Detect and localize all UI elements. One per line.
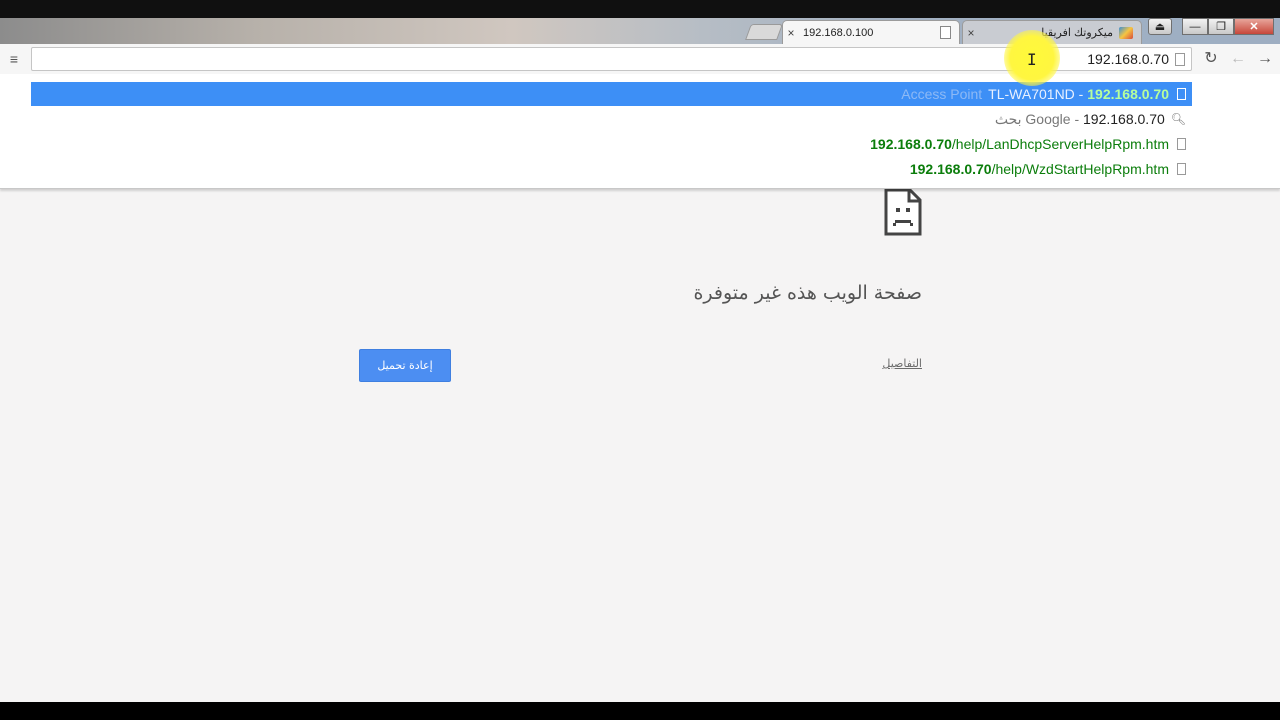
page-icon	[1177, 163, 1186, 175]
title-bar-shadow	[0, 0, 1280, 18]
profile-icon[interactable]: ⏏	[1148, 18, 1172, 35]
suggestion-path: /help/WzdStartHelpRpm.htm	[991, 161, 1169, 177]
suggestion-host: 192.168.0.70	[1087, 86, 1169, 102]
page-icon	[1177, 138, 1186, 150]
suggestion-host: 192.168.0.70	[909, 161, 992, 177]
tab-title: 192.168.0.100	[803, 26, 874, 39]
suggestion-host: 192.168.0.70	[1083, 111, 1165, 127]
tab-active[interactable]: × 192.168.0.100	[782, 20, 960, 44]
sad-page-icon	[884, 188, 922, 236]
minimize-button[interactable]: —	[1182, 18, 1208, 35]
address-bar-text: 192.168.0.70	[1087, 51, 1169, 67]
suggestion-item[interactable]: Access Point TL-WA701ND - 192.168.0.70	[31, 82, 1192, 106]
reload-icon[interactable]: ↻	[1202, 50, 1220, 68]
browser-window: × 192.168.0.100 × ميكروتك افريقيا ⏏ — ❐ …	[0, 0, 1280, 702]
suggestion-extra: Access Point	[901, 86, 983, 102]
details-link[interactable]: التفاصيل	[860, 357, 922, 370]
suggestion-item[interactable]: بحث Google - 192.168.0.70 🔍︎	[31, 107, 1192, 131]
text-cursor-icon: I	[1027, 50, 1037, 69]
suggestion-separator: -	[1070, 111, 1084, 127]
suggestion-title: TL-WA701ND	[988, 86, 1075, 102]
page-icon	[1175, 53, 1185, 66]
error-title: صفحة الويب هذه غير متوفرة	[693, 282, 922, 304]
maximize-button[interactable]: ❐	[1208, 18, 1234, 35]
favicon-icon	[1119, 26, 1133, 39]
suggestion-path: /help/LanDhcpServerHelpRpm.htm	[951, 136, 1169, 152]
reload-button[interactable]: إعادة تحميل	[359, 349, 451, 382]
suggestion-separator: -	[1074, 86, 1088, 102]
tab-close-icon[interactable]: ×	[783, 26, 799, 40]
new-tab-button[interactable]	[745, 24, 783, 40]
page-icon	[940, 26, 951, 39]
omnibox-suggestions: Access Point TL-WA701ND - 192.168.0.70 ب…	[0, 74, 1280, 189]
page-icon	[1177, 88, 1186, 100]
window-controls: ⏏ — ❐ ✕	[1148, 18, 1274, 35]
tab-close-icon[interactable]: ×	[963, 26, 979, 40]
suggestion-item[interactable]: 192.168.0.70 /help/LanDhcpServerHelpRpm.…	[31, 132, 1192, 156]
suggestion-item[interactable]: 192.168.0.70 /help/WzdStartHelpRpm.htm	[31, 157, 1192, 181]
suggestion-title: بحث Google	[994, 110, 1071, 127]
menu-icon[interactable]: ≡	[6, 51, 22, 67]
title-bar: × 192.168.0.100 × ميكروتك افريقيا ⏏ — ❐ …	[0, 0, 1280, 44]
forward-icon[interactable]: →	[1256, 50, 1274, 68]
back-icon[interactable]: ←	[1229, 50, 1247, 68]
toolbar: ≡ 192.168.0.70 ↻ ← →	[0, 44, 1280, 75]
close-window-button[interactable]: ✕	[1234, 18, 1274, 35]
search-icon: 🔍︎	[1170, 112, 1186, 126]
suggestion-host: 192.168.0.70	[870, 136, 952, 152]
